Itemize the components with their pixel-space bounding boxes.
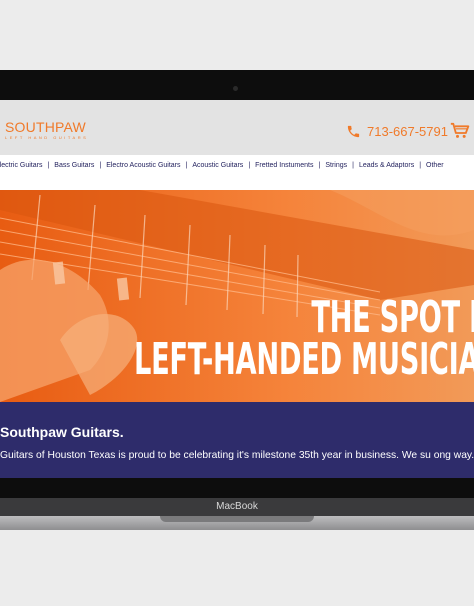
hero-banner: THE SPOT F LEFT-HANDED MUSICIA xyxy=(0,190,474,402)
macbook-label: MacBook xyxy=(0,498,474,516)
site-header: SOUTHPAW LEFT HAND GUITARS 713-667-5791 xyxy=(0,100,474,155)
nav-item-bass-guitars[interactable]: Bass Guitars xyxy=(54,155,94,177)
nav-separator: | xyxy=(99,162,102,169)
nav-item-acoustic-guitars[interactable]: Acoustic Guitars xyxy=(192,155,243,177)
nav-item-electro-acoustic[interactable]: Electro Acoustic Guitars xyxy=(106,155,180,177)
nav-separator: | xyxy=(185,162,188,169)
nav-separator: | xyxy=(419,162,422,169)
welcome-body: y Guitars of Houston Texas is proud to b… xyxy=(0,450,474,461)
nav-item-fretted-instruments[interactable]: Fretted Instuments xyxy=(255,155,313,177)
nav-item-other[interactable]: Other xyxy=(426,155,444,177)
phone-icon xyxy=(347,125,360,137)
nav-separator: | xyxy=(318,162,321,169)
nav-separator: | xyxy=(47,162,50,169)
cart-icon[interactable] xyxy=(450,122,470,139)
screen: SOUTHPAW LEFT HAND GUITARS 713-667-5791 … xyxy=(0,100,474,478)
site-logo[interactable]: SOUTHPAW LEFT HAND GUITARS xyxy=(5,120,88,140)
welcome-title: Southpaw Guitars. xyxy=(0,424,124,440)
nav-separator: | xyxy=(352,162,354,169)
phone-link[interactable]: 713-667-5791 xyxy=(346,122,448,140)
logo-main-text: SOUTHPAW xyxy=(5,119,86,135)
laptop-bezel-bottom xyxy=(0,478,474,498)
camera-dot xyxy=(233,86,238,91)
laptop-notch xyxy=(160,516,314,522)
nav-separator: | xyxy=(248,162,251,169)
laptop-bezel-top xyxy=(0,70,474,100)
nav-item-strings[interactable]: Strings xyxy=(325,155,347,177)
main-nav: Electric Guitars | Bass Guitars | Electro Ac… xyxy=(0,155,474,177)
logo-sub-text: LEFT HAND GUITARS xyxy=(5,135,89,140)
nav-item-electric-guitars[interactable]: Electric Guitars xyxy=(0,155,42,177)
hero-line-2: LEFT-HANDED MUSICIA xyxy=(134,334,474,385)
phone-number: 713-667-5791 xyxy=(367,123,448,139)
nav-item-leads-adaptors[interactable]: Leads & Adaptors xyxy=(359,155,414,177)
welcome-section: Southpaw Guitars. y Guitars of Houston T… xyxy=(0,402,474,478)
